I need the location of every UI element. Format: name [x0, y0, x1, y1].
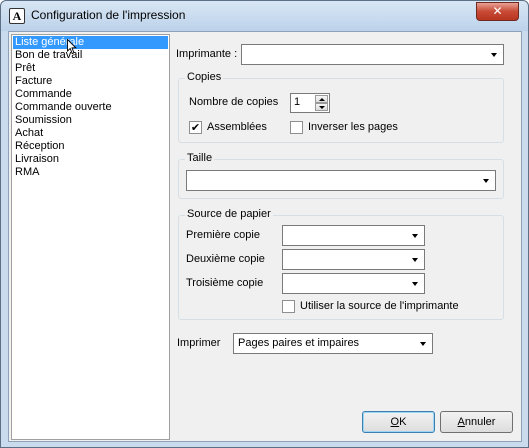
copies-count-value: 1 [294, 96, 301, 108]
second-copy-select[interactable] [282, 249, 425, 270]
chevron-down-icon [318, 105, 325, 109]
cancel-button[interactable]: Annuler [440, 411, 513, 433]
list-item[interactable]: Commande [13, 88, 168, 101]
copies-count-label: Nombre de copies [189, 96, 279, 108]
second-copy-label: Deuxième copie [186, 253, 265, 265]
paper-source-group-title: Source de papier [185, 208, 273, 220]
size-group: Taille [178, 152, 504, 199]
ok-button-label: OK [390, 416, 407, 428]
first-copy-dropdown-arrow[interactable] [407, 227, 423, 244]
printer-dropdown-arrow[interactable] [486, 46, 502, 63]
copies-group: Copies Nombre de copies 1 ✔ Assemblées I… [178, 71, 504, 143]
chevron-down-icon [412, 233, 418, 238]
list-item[interactable]: Réception [13, 140, 168, 153]
print-config-dialog: A Configuration de l'impression ✕ Liste … [0, 0, 529, 448]
check-icon: ✔ [190, 121, 201, 134]
copies-group-title: Copies [185, 71, 224, 83]
reverse-pages-checkbox[interactable] [290, 121, 303, 134]
cancel-button-label: Annuler [457, 416, 496, 428]
print-pages-dropdown-arrow[interactable] [415, 335, 431, 352]
first-copy-label: Première copie [186, 229, 260, 241]
list-item[interactable]: Bon de travail [13, 49, 168, 62]
third-copy-dropdown-arrow[interactable] [407, 275, 423, 292]
copies-count-stepper[interactable]: 1 [290, 93, 330, 113]
list-item[interactable]: Soumission [13, 114, 168, 127]
use-printer-source-label: Utiliser la source de l'imprimante [300, 300, 459, 312]
paper-source-group: Source de papier Première copie Deuxième… [178, 208, 504, 320]
third-copy-select[interactable] [282, 273, 425, 294]
third-copy-label: Troisième copie [186, 277, 264, 289]
list-item[interactable]: Achat [13, 127, 168, 140]
list-item[interactable]: Facture [13, 75, 168, 88]
chevron-down-icon [412, 257, 418, 262]
list-item[interactable]: Prêt [13, 62, 168, 75]
app-icon: A [9, 8, 25, 24]
increment-button[interactable] [315, 95, 328, 103]
title-bar[interactable]: A Configuration de l'impression ✕ [1, 1, 528, 31]
dialog-body: Liste générale Bon de travail Prêt Facture C… [8, 31, 522, 442]
report-type-list[interactable]: Liste générale Bon de travail Prêt Facture C… [11, 34, 170, 440]
second-copy-dropdown-arrow[interactable] [407, 251, 423, 268]
chevron-down-icon [412, 281, 418, 286]
size-group-title: Taille [185, 152, 215, 164]
list-item[interactable]: Commande ouverte [13, 101, 168, 114]
mouse-cursor-icon [67, 39, 77, 55]
list-item[interactable]: RMA [13, 166, 168, 179]
list-item[interactable]: Liste générale [13, 36, 168, 49]
chevron-down-icon [420, 341, 426, 346]
close-icon: ✕ [492, 4, 503, 18]
decrement-button[interactable] [315, 103, 328, 111]
close-button[interactable]: ✕ [476, 2, 519, 21]
print-pages-select[interactable]: Pages paires et impaires [233, 333, 433, 354]
chevron-down-icon [491, 52, 497, 57]
collate-checkbox[interactable]: ✔ [189, 121, 202, 134]
chevron-up-icon [318, 97, 325, 101]
first-copy-select[interactable] [282, 225, 425, 246]
ok-button[interactable]: OK [362, 411, 435, 433]
printer-select[interactable] [241, 44, 504, 65]
print-pages-label: Imprimer [177, 337, 221, 349]
print-pages-value: Pages paires et impaires [238, 337, 360, 349]
size-dropdown-arrow[interactable] [478, 172, 494, 189]
reverse-pages-label: Inverser les pages [308, 121, 398, 133]
use-printer-source-checkbox[interactable] [282, 300, 295, 313]
collate-label: Assemblées [207, 121, 267, 133]
printer-label: Imprimante : [176, 48, 238, 60]
window-title: Configuration de l'impression [31, 8, 186, 22]
list-item[interactable]: Livraison [13, 153, 168, 166]
chevron-down-icon [483, 178, 489, 183]
size-select[interactable] [186, 170, 496, 191]
